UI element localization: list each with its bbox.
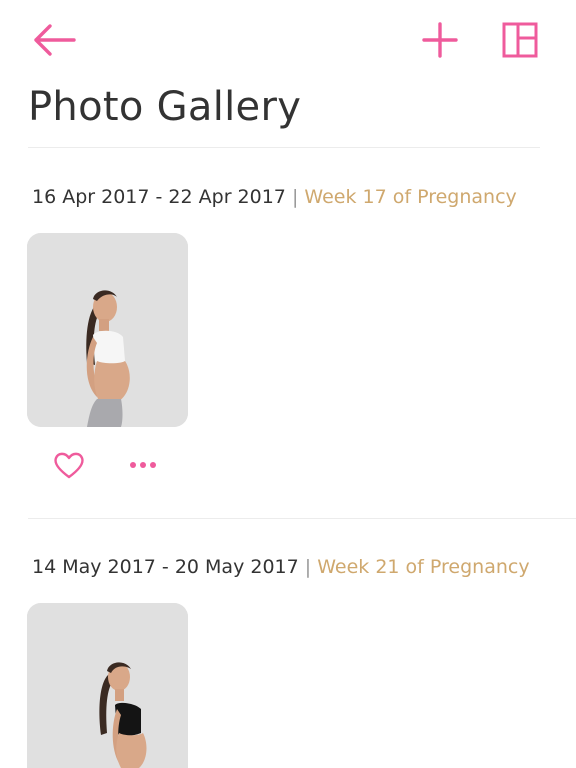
week-label: Week 17 of Pregnancy — [304, 186, 517, 208]
more-dots-icon — [130, 462, 156, 468]
separator: | — [291, 186, 299, 208]
section-date-line: 14 May 2017 - 20 May 2017 | Week 21 of P… — [32, 556, 530, 578]
photo-thumbnail[interactable] — [27, 603, 188, 768]
layout-toggle-button[interactable] — [500, 20, 542, 60]
header-divider — [28, 147, 540, 148]
grid-layout-icon — [502, 22, 538, 58]
more-options-button[interactable] — [128, 456, 158, 474]
like-button[interactable] — [52, 448, 86, 482]
date-range: 14 May 2017 - 20 May 2017 — [32, 556, 299, 578]
photo-thumbnail[interactable] — [27, 233, 188, 427]
section-date-line: 16 Apr 2017 - 22 Apr 2017 | Week 17 of P… — [32, 186, 517, 208]
add-photo-button[interactable] — [420, 20, 460, 60]
week-label: Week 21 of Pregnancy — [317, 556, 530, 578]
heart-icon — [54, 452, 84, 479]
pregnancy-photo — [27, 233, 188, 427]
pregnancy-photo — [27, 603, 188, 768]
back-button[interactable] — [30, 20, 78, 60]
date-range: 16 Apr 2017 - 22 Apr 2017 — [32, 186, 286, 208]
section-divider — [28, 518, 576, 519]
arrow-left-icon — [34, 24, 76, 56]
top-bar — [0, 0, 576, 80]
plus-icon — [422, 22, 458, 58]
page-title: Photo Gallery — [28, 84, 302, 130]
separator: | — [304, 556, 312, 578]
